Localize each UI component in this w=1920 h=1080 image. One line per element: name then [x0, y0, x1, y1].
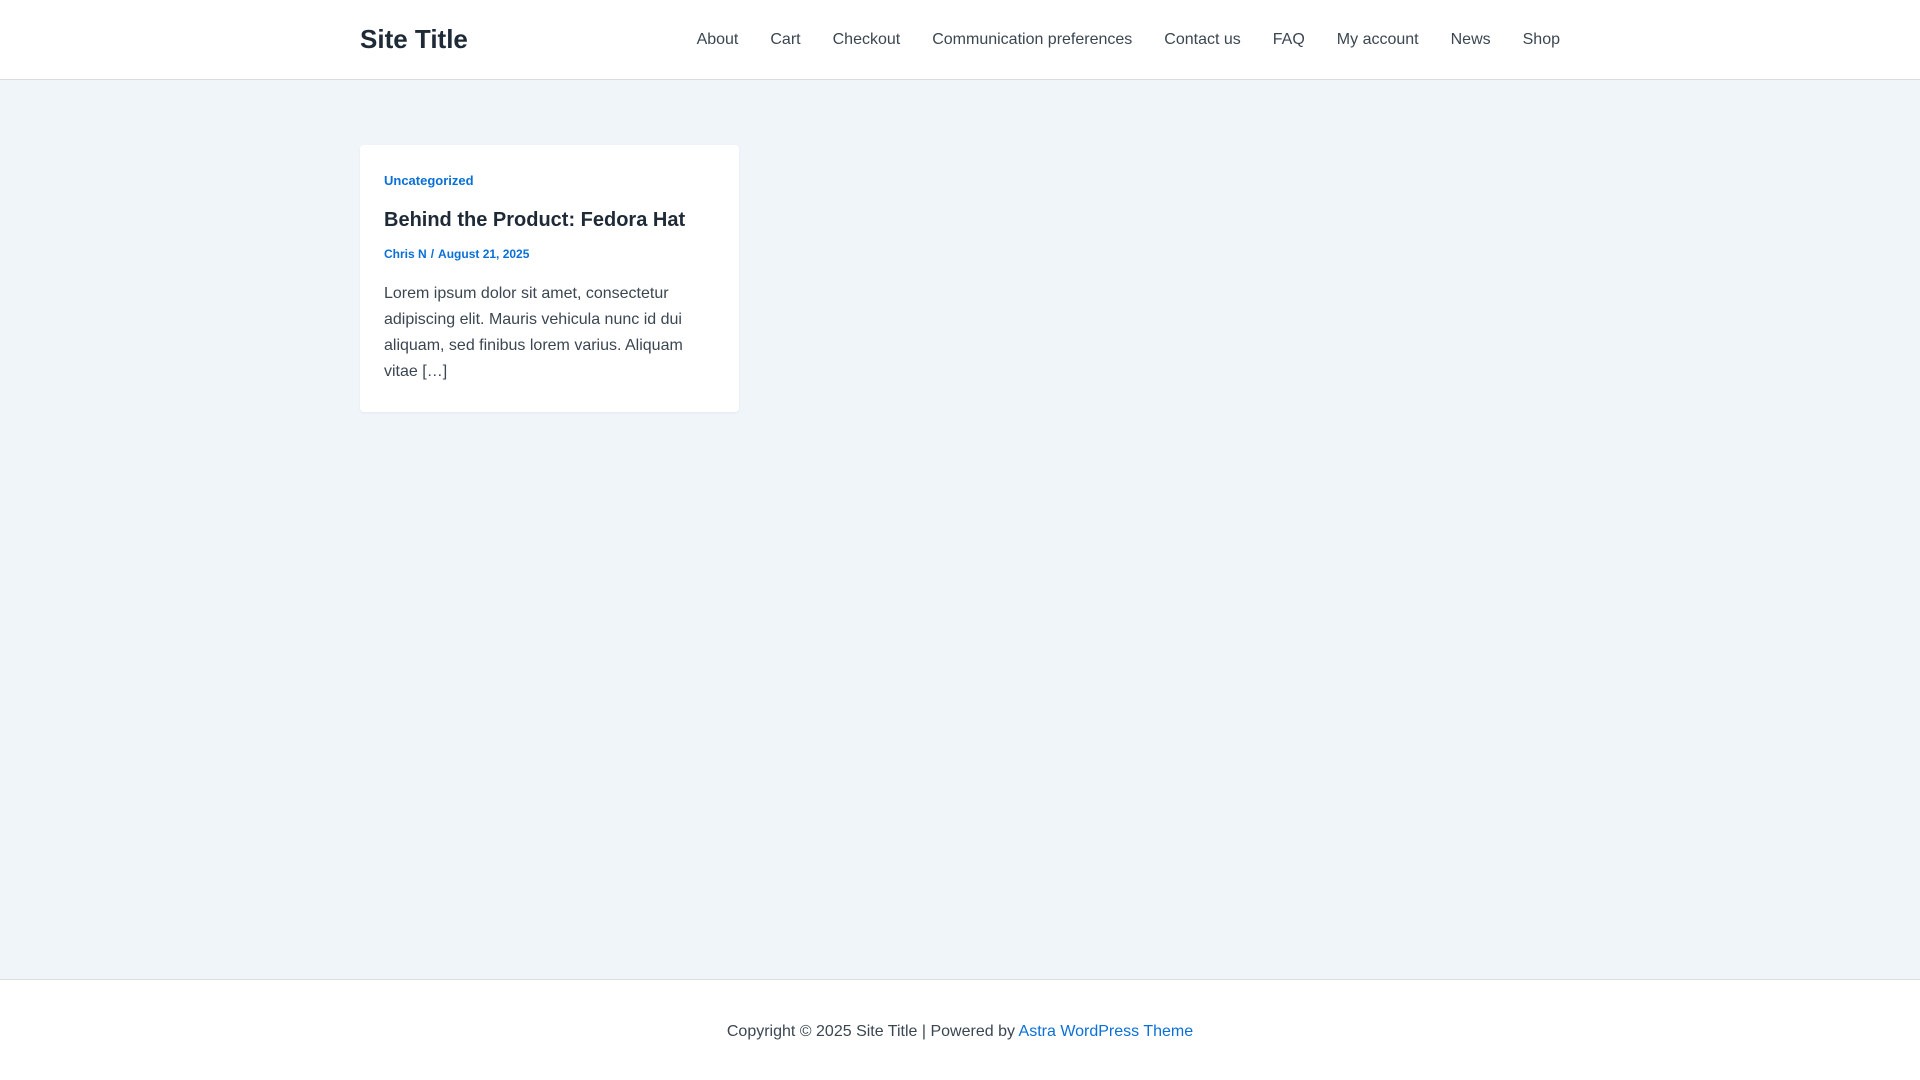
nav-item-checkout[interactable]: Checkout	[833, 31, 901, 49]
nav-item-shop[interactable]: Shop	[1523, 31, 1560, 49]
main-content: Uncategorized Behind the Product: Fedora…	[0, 80, 1920, 979]
nav-item-communication-preferences[interactable]: Communication preferences	[932, 31, 1132, 49]
site-footer: Copyright © 2025 Site Title | Powered by…	[0, 979, 1920, 1080]
post-author-link[interactable]: Chris N	[384, 247, 427, 261]
nav-item-news[interactable]: News	[1451, 31, 1491, 49]
post-excerpt: Lorem ipsum dolor sit amet, consectetur …	[384, 285, 683, 380]
site-title-link[interactable]: Site Title	[360, 23, 468, 55]
nav-item-contact-us[interactable]: Contact us	[1164, 31, 1240, 49]
footer-credit: Copyright © 2025 Site Title | Powered by…	[0, 1021, 1920, 1043]
meta-separator: /	[430, 247, 435, 261]
nav-item-cart[interactable]: Cart	[770, 31, 800, 49]
footer-theme-link[interactable]: Astra WordPress Theme	[1019, 1023, 1194, 1040]
nav-item-my-account[interactable]: My account	[1337, 31, 1419, 49]
post-title-link[interactable]: Behind the Product: Fedora Hat	[384, 207, 715, 233]
footer-copyright: Copyright © 2025 Site Title | Powered by	[726, 1023, 1015, 1040]
post-category-link[interactable]: Uncategorized	[384, 172, 474, 190]
site-header: Site Title About Cart Checkout Communica…	[0, 0, 1920, 80]
post-meta: Chris N / August 21, 2025	[384, 245, 715, 263]
nav-item-faq[interactable]: FAQ	[1273, 31, 1305, 49]
post-date: August 21, 2025	[438, 247, 530, 261]
nav-item-about[interactable]: About	[697, 31, 739, 49]
post-card: Uncategorized Behind the Product: Fedora…	[360, 145, 739, 412]
primary-navigation: About Cart Checkout Communication prefer…	[697, 0, 1560, 80]
